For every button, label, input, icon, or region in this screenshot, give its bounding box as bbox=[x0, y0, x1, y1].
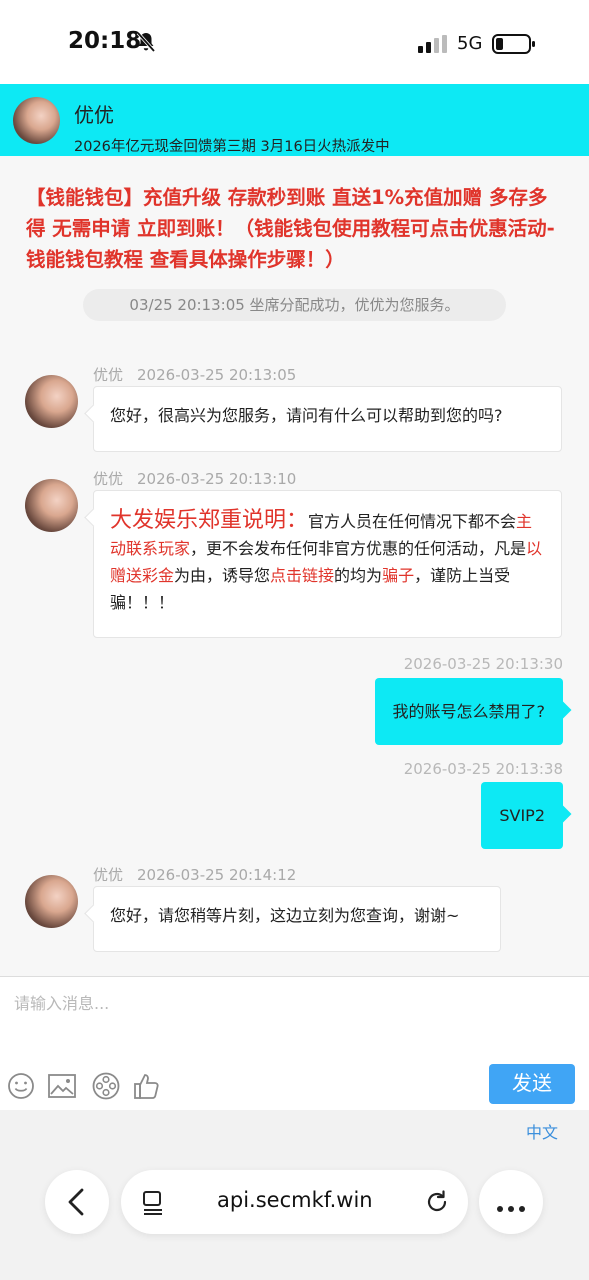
message-sender: 优优 bbox=[93, 366, 124, 384]
message-meta: 优优 2026-03-25 20:13:05 bbox=[93, 364, 296, 385]
image-icon[interactable] bbox=[47, 1071, 77, 1101]
warning-text: 的均为 bbox=[334, 566, 383, 585]
language-bar: 中文 bbox=[0, 1110, 589, 1148]
agent-name: 优优 bbox=[74, 103, 114, 127]
message-text: 您好，请您稍等片刻，这边立刻为您查询，谢谢~ bbox=[110, 906, 460, 925]
film-reel-icon[interactable] bbox=[91, 1071, 121, 1101]
agent-avatar[interactable] bbox=[13, 97, 60, 144]
address-bar[interactable]: api.secmkf.win bbox=[121, 1170, 468, 1234]
warning-highlight: 点击链接 bbox=[270, 566, 335, 585]
message-time: 2026-03-25 20:13:30 bbox=[403, 655, 563, 673]
message-sender: 优优 bbox=[93, 866, 124, 884]
agent-warning-bubble: 大发娱乐郑重说明：官方人员在任何情况下都不会主动联系玩家，更不会发布任何非官方优… bbox=[93, 490, 562, 638]
bell-muted-icon bbox=[136, 31, 156, 57]
message-time: 2026-03-25 20:14:12 bbox=[137, 866, 297, 884]
more-button[interactable] bbox=[479, 1170, 543, 1234]
status-bar: 20:18 5G bbox=[0, 0, 589, 84]
battery-icon bbox=[492, 33, 536, 59]
message-avatar bbox=[25, 875, 78, 928]
reload-icon[interactable] bbox=[424, 1189, 450, 1219]
user-message-bubble: 我的账号怎么禁用了? bbox=[374, 678, 563, 745]
url-text[interactable]: api.secmkf.win bbox=[217, 1188, 373, 1212]
browser-bar: api.secmkf.win bbox=[0, 1148, 589, 1280]
message-time: 2026-03-25 20:13:10 bbox=[137, 470, 297, 488]
network-label: 5G bbox=[457, 33, 483, 54]
status-time: 20:18 bbox=[68, 28, 142, 54]
warning-title: 大发娱乐郑重说明： bbox=[110, 508, 309, 533]
input-area: 发送 bbox=[0, 976, 589, 1110]
back-button[interactable] bbox=[45, 1170, 109, 1234]
message-input[interactable] bbox=[0, 977, 589, 1037]
tabs-icon[interactable] bbox=[141, 1190, 165, 1220]
warning-highlight: 骗子 bbox=[382, 566, 415, 585]
message-text: SVIP2 bbox=[499, 806, 545, 825]
emoji-icon[interactable] bbox=[6, 1071, 36, 1101]
message-avatar bbox=[25, 479, 78, 532]
chat-area[interactable]: 【钱能钱包】充值升级 存款秒到账 直送1%充值加赠 多存多得 无需申请 立即到账… bbox=[0, 156, 589, 976]
agent-message-bubble: 您好，请您稍等片刻，这边立刻为您查询，谢谢~ bbox=[93, 886, 501, 952]
warning-text: ，更不会发布任何非官方优惠的任何活动，凡是 bbox=[190, 539, 527, 558]
system-notice: 03/25 20:13:05 坐席分配成功，优优为您服务。 bbox=[83, 289, 506, 321]
send-button[interactable]: 发送 bbox=[489, 1064, 575, 1104]
message-meta: 优优 2026-03-25 20:13:10 bbox=[93, 468, 296, 489]
agent-message-bubble: 您好，很高兴为您服务，请问有什么可以帮助到您的吗? bbox=[93, 386, 562, 452]
message-sender: 优优 bbox=[93, 470, 124, 488]
chat-header: 优优 2026年亿元现金回馈第三期 3月16日火热派发中 bbox=[0, 84, 589, 156]
warning-text: 为由，诱导您 bbox=[174, 566, 271, 585]
back-arrow-icon bbox=[65, 1188, 89, 1220]
header-subtitle: 2026年亿元现金回馈第三期 3月16日火热派发中 bbox=[74, 139, 390, 155]
message-time: 2026-03-25 20:13:38 bbox=[403, 760, 563, 778]
message-meta: 优优 2026-03-25 20:14:12 bbox=[93, 864, 296, 885]
message-time: 2026-03-25 20:13:05 bbox=[137, 366, 297, 384]
message-avatar bbox=[25, 375, 78, 428]
language-switch[interactable]: 中文 bbox=[526, 1119, 558, 1143]
user-message-bubble: SVIP2 bbox=[481, 782, 563, 849]
message-text: 您好，很高兴为您服务，请问有什么可以帮助到您的吗? bbox=[110, 406, 503, 425]
announcement-banner: 【钱能钱包】充值升级 存款秒到账 直送1%充值加赠 多存多得 无需申请 立即到账… bbox=[26, 186, 555, 271]
more-icon bbox=[496, 1198, 526, 1217]
thumbs-up-icon[interactable] bbox=[132, 1071, 162, 1101]
message-text: 我的账号怎么禁用了? bbox=[392, 702, 546, 721]
signal-icon bbox=[418, 35, 448, 57]
warning-text: 官方人员在任何情况下都不会 bbox=[308, 512, 517, 531]
